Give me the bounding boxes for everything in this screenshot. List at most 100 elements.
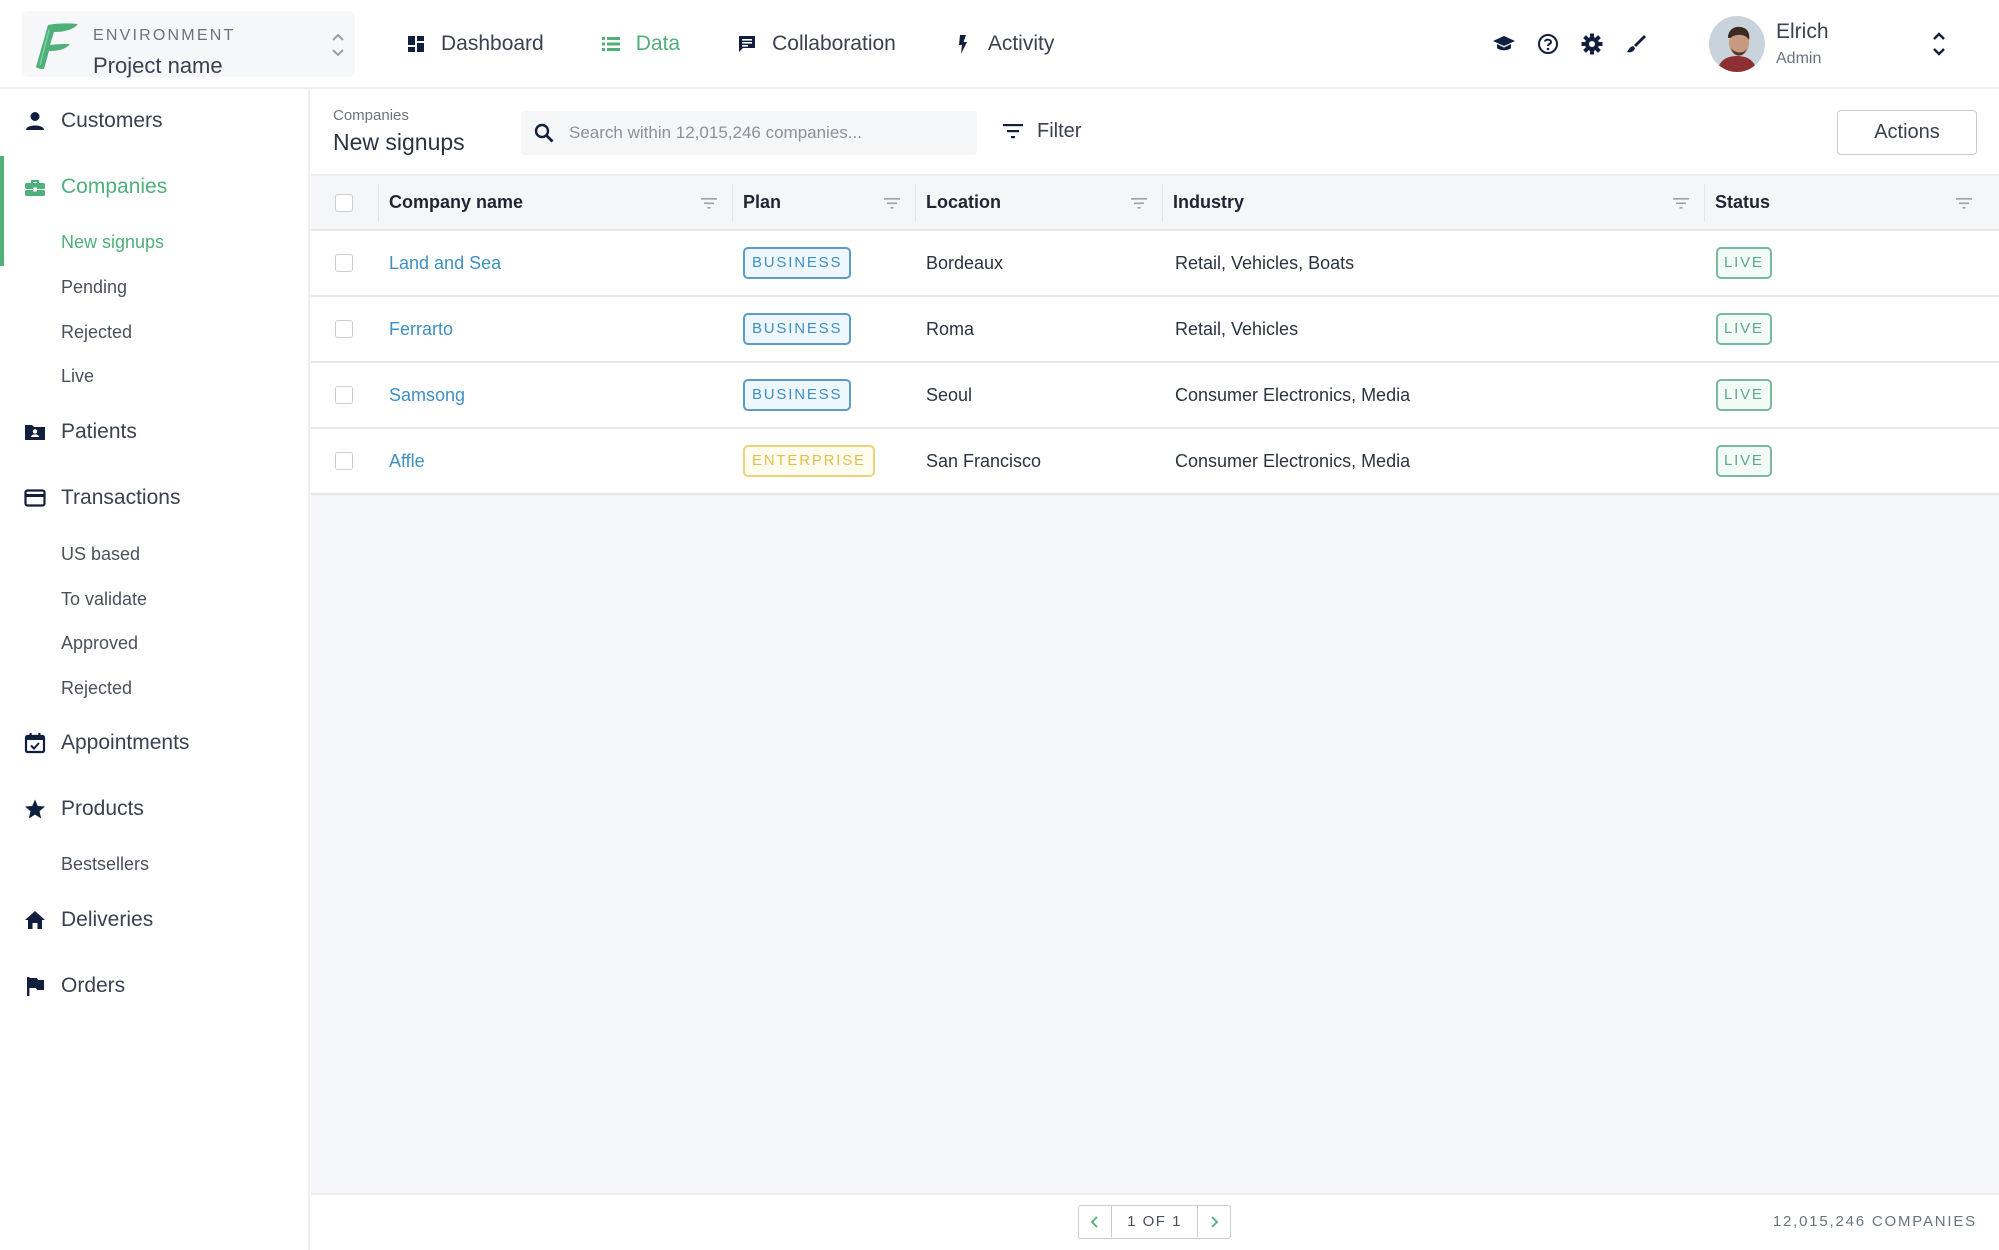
table-row[interactable]: Samsong BUSINESS Seoul Consumer Electron…	[311, 363, 1999, 429]
plan-badge: ENTERPRISE	[743, 445, 875, 477]
logo-icon	[36, 23, 78, 69]
search-icon	[534, 123, 554, 143]
sidebar-item-deliveries[interactable]: Deliveries	[24, 908, 153, 932]
sidebar-item-label: Orders	[61, 974, 126, 997]
table-row[interactable]: Affle ENTERPRISE San Francisco Consumer …	[311, 429, 1999, 495]
column-header-industry[interactable]: Industry	[1173, 176, 1244, 229]
table-row[interactable]: Land and Sea BUSINESS Bordeaux Retail, V…	[311, 231, 1999, 297]
sidebar-subitem-bestsellers[interactable]: Bestsellers	[61, 854, 149, 875]
sidebar-subitem-to-validate[interactable]: To validate	[61, 589, 147, 610]
previous-page-button[interactable]	[1079, 1206, 1111, 1237]
status-cell: LIVE	[1716, 297, 1772, 361]
sidebar-item-label: Companies	[61, 175, 168, 198]
flag-icon	[27, 977, 44, 996]
table-header: Company name Plan Location Industry Stat…	[311, 176, 1999, 231]
sidebar-subitem-new-signups[interactable]: New signups	[61, 232, 164, 253]
filter-button[interactable]: Filter	[1001, 119, 1081, 143]
sidebar-item-label: Deliveries	[61, 908, 154, 931]
nav-dashboard[interactable]: Dashboard	[405, 32, 544, 56]
theme-button[interactable]	[1622, 30, 1650, 58]
table-row[interactable]: Ferrarto BUSINESS Roma Retail, Vehicles …	[311, 297, 1999, 363]
nav-data[interactable]: Data	[600, 32, 680, 56]
environment-label: ENVIRONMENT	[93, 27, 236, 44]
company-name-link[interactable]: Ferrarto	[389, 297, 453, 361]
row-checkbox[interactable]	[335, 254, 353, 272]
filter-icon	[1003, 124, 1023, 139]
help-button[interactable]	[1534, 30, 1562, 58]
company-name-link[interactable]: Samsong	[389, 363, 465, 427]
industry-cell: Consumer Electronics, Media	[1175, 384, 1411, 405]
plan-cell: ENTERPRISE	[743, 429, 875, 493]
project-name: Project name	[93, 53, 223, 78]
plan-badge: BUSINESS	[743, 247, 852, 279]
actions-button[interactable]: Actions	[1837, 110, 1977, 155]
help-icon	[1538, 34, 1558, 54]
chevron-up-down-icon[interactable]	[329, 29, 347, 61]
column-filter-icon[interactable]	[1672, 194, 1690, 212]
environment-selector[interactable]: ENVIRONMENT Project name	[22, 11, 355, 78]
sidebar-item-label: Products	[61, 797, 144, 820]
sidebar-item-customers[interactable]: Customers	[24, 109, 163, 133]
table-footer: 1 OF 1 12,015,246 COMPANIES	[311, 1193, 1999, 1250]
sidebar-item-appointments[interactable]: Appointments	[24, 731, 189, 755]
pagination: 1 OF 1	[1078, 1205, 1231, 1239]
column-header-location[interactable]: Location	[926, 176, 1001, 229]
sidebar: Customers Companies New signups Pending …	[0, 89, 310, 1250]
main-content: Companies New signups Filter Actions Com…	[311, 89, 1999, 1250]
sidebar-item-label: Appointments	[61, 731, 190, 754]
sidebar-item-patients[interactable]: Patients	[24, 420, 137, 444]
sidebar-item-orders[interactable]: Orders	[24, 974, 125, 998]
column-divider	[1162, 184, 1163, 222]
top-bar: ENVIRONMENT Project name Dashboard Data	[0, 0, 1999, 89]
industry-cell: Consumer Electronics, Media	[1175, 450, 1411, 471]
page-title: New signups	[333, 129, 465, 155]
sidebar-item-companies[interactable]: Companies	[24, 175, 167, 199]
breadcrumb[interactable]: Companies	[333, 107, 409, 124]
dashboard-icon	[408, 36, 424, 52]
calendar-check-icon	[24, 733, 46, 754]
select-all-checkbox[interactable]	[335, 194, 353, 212]
star-icon	[25, 799, 45, 819]
status-badge: LIVE	[1716, 247, 1772, 279]
total-count: 12,015,246 COMPANIES	[1772, 1213, 1977, 1230]
row-checkbox[interactable]	[335, 320, 353, 338]
industry-cell: Retail, Vehicles, Boats	[1175, 252, 1355, 273]
folder-person-icon	[25, 425, 45, 440]
sidebar-subitem-pending[interactable]: Pending	[61, 277, 127, 298]
gear-icon	[1581, 33, 1603, 55]
column-filter-icon[interactable]	[700, 194, 718, 212]
location-cell: Roma	[926, 318, 975, 339]
row-checkbox[interactable]	[335, 452, 353, 470]
sidebar-subitem-live[interactable]: Live	[61, 366, 94, 387]
sidebar-subitem-us-based[interactable]: US based	[61, 544, 140, 565]
column-header-status[interactable]: Status	[1715, 176, 1770, 229]
filter-label: Filter	[1037, 119, 1082, 142]
column-header-company-name[interactable]: Company name	[389, 176, 523, 229]
row-checkbox[interactable]	[335, 386, 353, 404]
search-input[interactable]	[569, 111, 969, 155]
chevron-up-down-icon[interactable]	[1930, 28, 1948, 60]
next-page-button[interactable]	[1198, 1206, 1230, 1237]
location-cell: Bordeaux	[926, 252, 1004, 273]
brush-icon	[1627, 35, 1646, 53]
chevron-right-icon	[1211, 1215, 1219, 1228]
user-menu[interactable]: Elrich Admin	[1708, 14, 1978, 74]
tutorial-button[interactable]	[1490, 30, 1518, 58]
list-icon	[601, 37, 620, 51]
column-header-plan[interactable]: Plan	[743, 176, 781, 229]
sidebar-subitem-rejected[interactable]: Rejected	[61, 678, 132, 699]
sidebar-item-transactions[interactable]: Transactions	[24, 486, 180, 510]
nav-activity[interactable]: Activity	[952, 32, 1054, 56]
sidebar-subitem-rejected[interactable]: Rejected	[61, 322, 132, 343]
nav-collaboration[interactable]: Collaboration	[736, 32, 896, 56]
active-indicator	[0, 156, 4, 266]
sidebar-subitem-approved[interactable]: Approved	[61, 633, 138, 654]
sidebar-item-label: Customers	[61, 109, 163, 132]
company-name-link[interactable]: Affle	[389, 429, 425, 493]
column-filter-icon[interactable]	[1955, 194, 1973, 212]
settings-button[interactable]	[1578, 30, 1606, 58]
sidebar-item-products[interactable]: Products	[24, 797, 144, 821]
column-filter-icon[interactable]	[883, 194, 901, 212]
column-filter-icon[interactable]	[1130, 194, 1148, 212]
company-name-link[interactable]: Land and Sea	[389, 231, 501, 295]
